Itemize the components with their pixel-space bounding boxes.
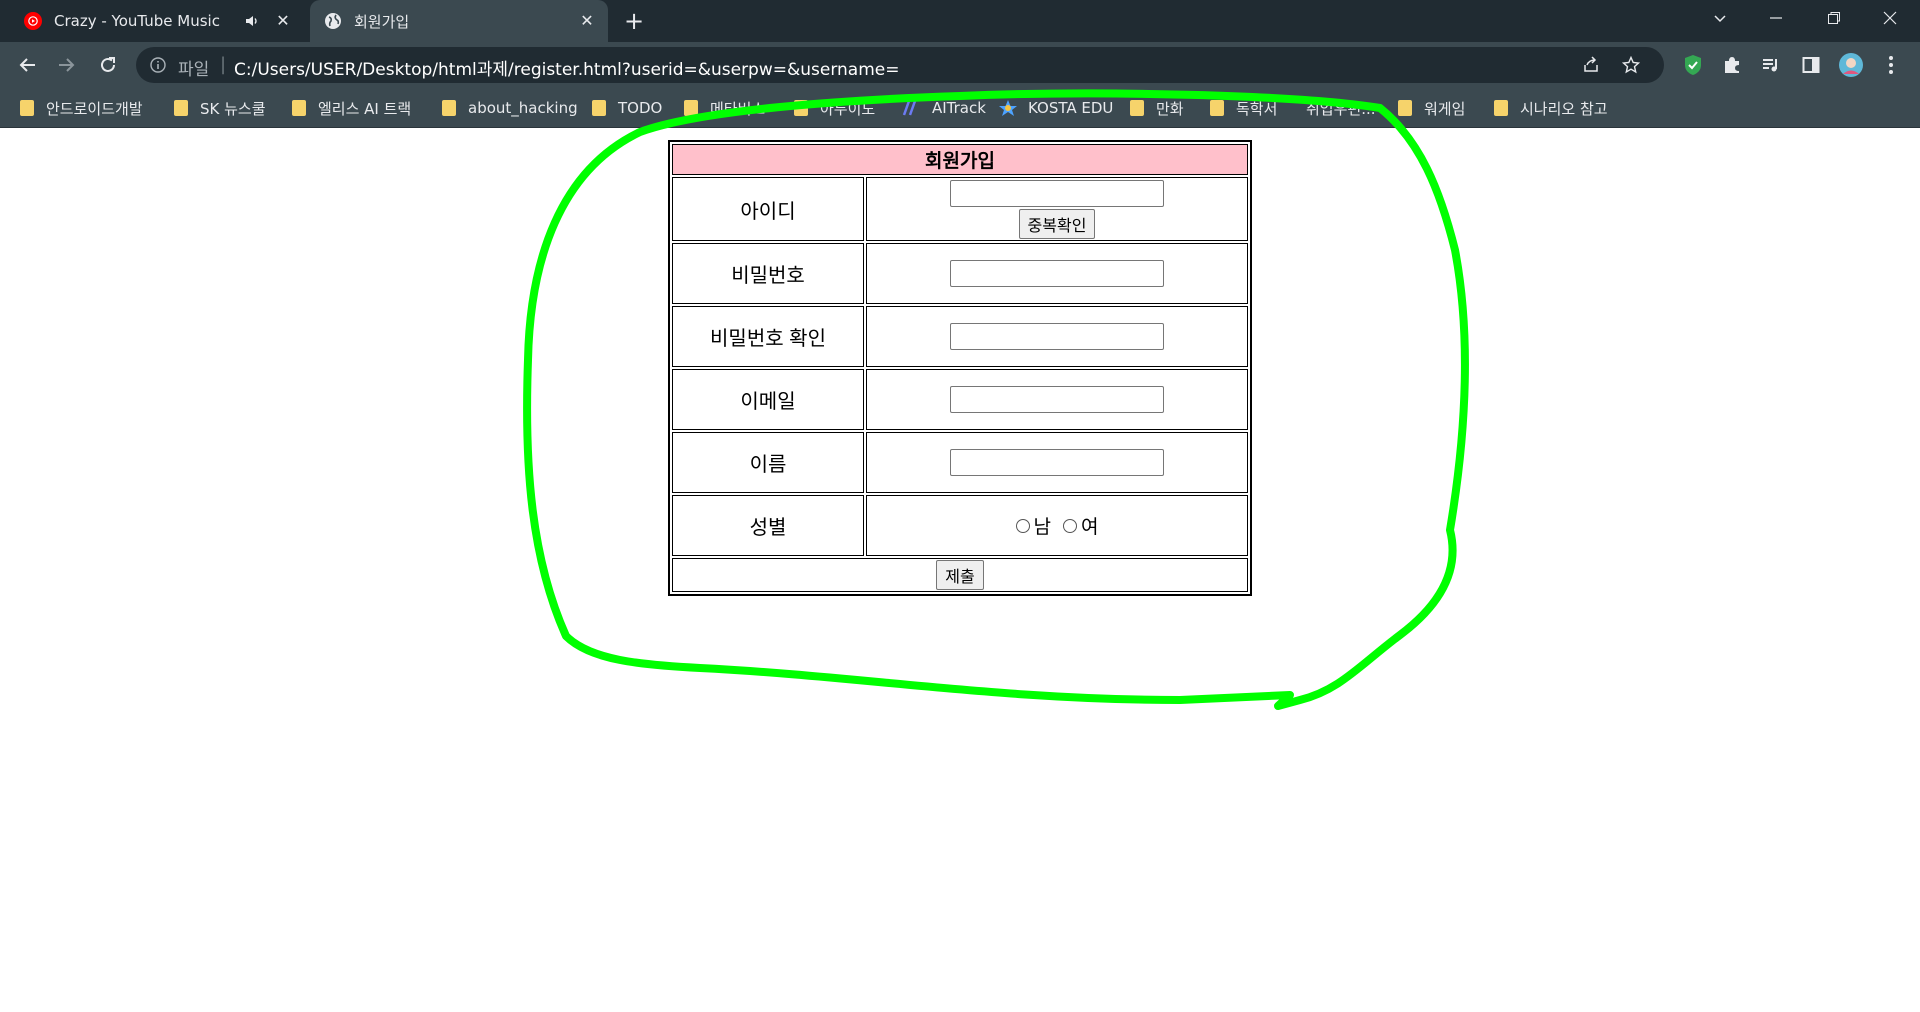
- bookmarks-bar: 안드로이드개발 SK 뉴스쿨 엘리스 AI 트랙 about_hacking T…: [0, 88, 1920, 128]
- restore-icon[interactable]: [1822, 8, 1846, 32]
- star-bookmark-icon[interactable]: [1622, 56, 1640, 74]
- back-arrow-icon[interactable]: [14, 51, 42, 79]
- forward-arrow-icon[interactable]: [52, 51, 80, 79]
- kosta-logo-icon: [999, 100, 1017, 116]
- shield-extension-icon[interactable]: [1680, 52, 1706, 78]
- browser-toolbar: 파일 | C:/Users/USER/Desktop/html과제/regist…: [0, 42, 1920, 88]
- password-label: 비밀번호: [672, 243, 864, 304]
- folder-icon: [20, 100, 34, 116]
- info-icon[interactable]: [150, 57, 166, 73]
- tab-strip: Crazy - YouTube Music ✕ 회원가입 ✕ +: [0, 0, 1920, 42]
- folder-icon: [592, 100, 606, 116]
- gender-female-label: 여: [1081, 517, 1099, 538]
- duplicate-check-button[interactable]: 중복확인: [1018, 208, 1096, 239]
- bookmark-folder[interactable]: 안드로이드개발: [20, 96, 143, 120]
- name-input[interactable]: [950, 449, 1164, 476]
- password-confirm-label: 비밀번호 확인: [672, 306, 864, 367]
- new-tab-icon[interactable]: +: [622, 9, 646, 33]
- scheme-label: 파일: [178, 60, 210, 80]
- folder-icon: [684, 100, 698, 116]
- password-cell: [866, 243, 1248, 304]
- bookmark-folder[interactable]: 취업우편...: [1306, 96, 1376, 120]
- speaker-icon[interactable]: [244, 13, 260, 29]
- share-icon[interactable]: [1582, 56, 1600, 74]
- bookmark-kosta[interactable]: KOSTA EDU: [998, 96, 1113, 120]
- gender-radio-group: 남 여: [1015, 512, 1099, 539]
- folder-icon: [442, 100, 456, 116]
- bookmark-folder[interactable]: SK 뉴스쿨: [174, 96, 266, 120]
- bookmark-folder[interactable]: 워게임: [1398, 96, 1465, 120]
- password-confirm-cell: [866, 306, 1248, 367]
- youtube-music-icon: [24, 12, 42, 30]
- gender-male-label: 남: [1033, 517, 1051, 538]
- bookmark-folder[interactable]: 메타버스: [684, 96, 765, 120]
- bookmark-aitrack[interactable]: AITrack: [902, 96, 986, 120]
- tab-youtube-music[interactable]: Crazy - YouTube Music ✕: [12, 0, 304, 42]
- gender-female-radio[interactable]: [1063, 518, 1077, 533]
- name-label: 이름: [672, 432, 864, 493]
- submit-cell: 제출: [672, 558, 1248, 592]
- email-label: 이메일: [672, 369, 864, 430]
- menu-kebab-icon[interactable]: [1878, 52, 1904, 78]
- globe-icon: [325, 13, 341, 29]
- tab-close-icon[interactable]: ✕: [274, 12, 292, 30]
- gender-label: 성별: [672, 495, 864, 556]
- tab-title: 회원가입: [354, 12, 410, 31]
- folder-icon: [1210, 100, 1224, 116]
- name-cell: [866, 432, 1248, 493]
- userid-cell: 중복확인: [866, 177, 1248, 241]
- url-text[interactable]: C:/Users/USER/Desktop/html과제/register.ht…: [234, 55, 900, 80]
- profile-avatar[interactable]: [1838, 52, 1864, 78]
- form-title: 회원가입: [672, 144, 1248, 175]
- folder-icon: [1130, 100, 1144, 116]
- address-bar[interactable]: 파일 | C:/Users/USER/Desktop/html과제/regist…: [136, 47, 1664, 83]
- gender-male-radio[interactable]: [1015, 518, 1030, 533]
- folder-icon: [174, 100, 188, 116]
- folder-icon: [292, 100, 306, 116]
- register-form-table: 회원가입 아이디 중복확인 비밀번호 비밀번호 확인 이메일 이름 성별 남 여…: [668, 140, 1252, 596]
- email-input[interactable]: [950, 386, 1164, 413]
- tab-close-icon[interactable]: ✕: [578, 12, 596, 30]
- puzzle-extensions-icon[interactable]: [1719, 52, 1745, 78]
- side-panel-icon[interactable]: [1798, 52, 1824, 78]
- tab-register[interactable]: 회원가입 ✕: [310, 0, 608, 42]
- bookmark-folder[interactable]: TODO: [592, 96, 662, 120]
- bookmark-folder[interactable]: about_hacking: [442, 96, 578, 120]
- bookmark-folder[interactable]: 엘리스 AI 트랙: [292, 96, 411, 120]
- folder-icon: [794, 100, 808, 116]
- minimize-icon[interactable]: [1764, 8, 1788, 32]
- bookmark-folder[interactable]: 만화: [1130, 96, 1184, 120]
- aitrack-logo-icon: [902, 100, 917, 116]
- gender-cell: 남 여: [866, 495, 1248, 556]
- page-content: 회원가입 아이디 중복확인 비밀번호 비밀번호 확인 이메일 이름 성별 남 여…: [0, 128, 1920, 1012]
- bookmark-folder[interactable]: 아두이노: [794, 96, 875, 120]
- close-window-icon[interactable]: [1878, 8, 1902, 32]
- media-queue-icon[interactable]: [1758, 52, 1784, 78]
- password-input[interactable]: [950, 260, 1164, 287]
- userid-input[interactable]: [950, 179, 1164, 207]
- url-separator: |: [220, 54, 227, 75]
- tab-title: Crazy - YouTube Music: [54, 12, 220, 30]
- reload-icon[interactable]: [94, 51, 122, 79]
- folder-icon: [1494, 100, 1508, 116]
- email-cell: [866, 369, 1248, 430]
- submit-button[interactable]: 제출: [936, 560, 984, 590]
- bookmark-folder[interactable]: 시나리오 참고: [1494, 96, 1608, 120]
- bookmark-folder[interactable]: 독학서: [1210, 96, 1277, 120]
- folder-icon: [1398, 100, 1412, 116]
- password-confirm-input[interactable]: [950, 323, 1164, 350]
- tab-search-chevron-icon[interactable]: [1708, 8, 1732, 32]
- userid-label: 아이디: [672, 177, 864, 241]
